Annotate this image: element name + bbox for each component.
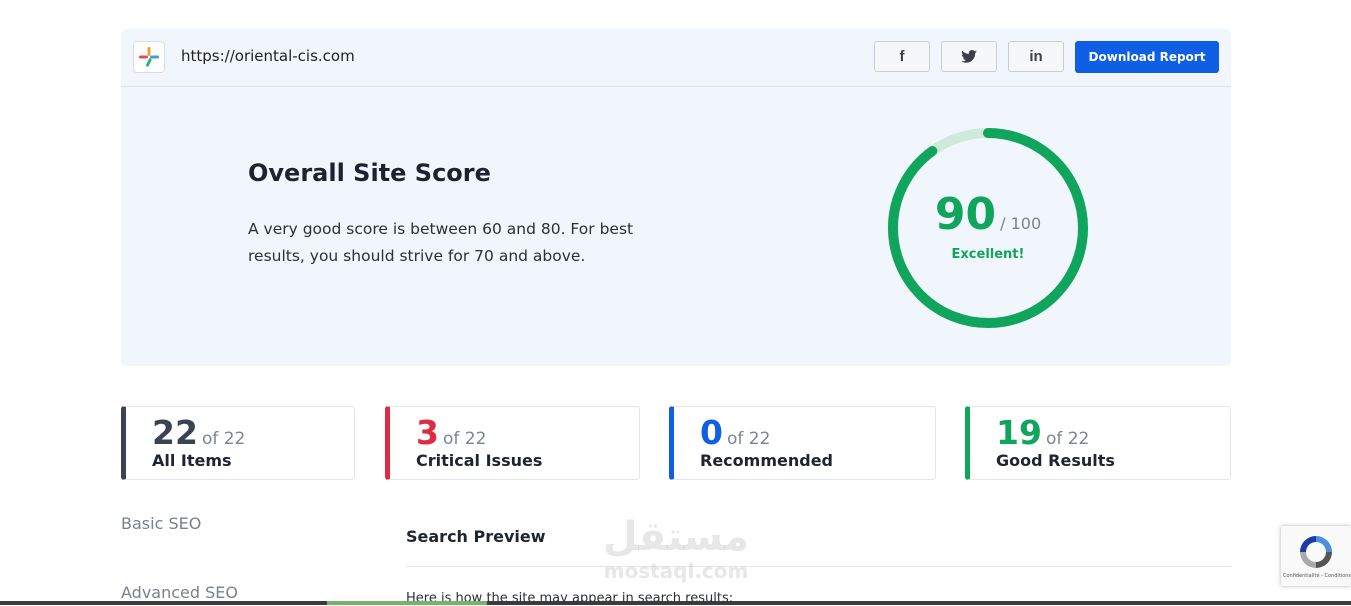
stat-label: Critical Issues <box>416 451 543 470</box>
sidebar-item-basic-seo[interactable]: Basic SEO <box>121 514 201 533</box>
stat-count: 19 <box>996 413 1042 452</box>
watermark-arabic: مستقل <box>602 514 750 560</box>
facebook-share-button[interactable]: f <box>874 41 930 72</box>
site-logo <box>133 41 165 73</box>
linkedin-share-button[interactable]: in <box>1008 41 1064 72</box>
stat-good-results[interactable]: 19 of 22 Good Results <box>965 406 1231 480</box>
stat-critical-issues[interactable]: 3 of 22 Critical Issues <box>385 406 640 480</box>
stat-label: Good Results <box>996 451 1115 470</box>
score-rating: Excellent! <box>951 247 1025 262</box>
stat-count-wrap: 0 of 22 <box>700 413 770 452</box>
search-preview-title: Search Preview <box>406 527 546 546</box>
sidebar-item-advanced-seo[interactable]: Advanced SEO <box>121 583 238 602</box>
stat-count: 22 <box>152 413 198 452</box>
stat-label: All Items <box>152 451 232 470</box>
stat-total: of 22 <box>201 429 246 449</box>
score-value: 90 <box>934 189 997 240</box>
linkedin-icon: in <box>1029 48 1043 65</box>
watermark: مستقل mostaql.com <box>596 515 756 583</box>
stat-total: of 22 <box>442 429 487 449</box>
section-divider <box>406 566 1231 567</box>
score-max: / 100 <box>1000 214 1042 233</box>
recaptcha-text: Confidentialité - Conditions <box>1283 573 1351 579</box>
recaptcha-badge[interactable]: Confidentialité - Conditions <box>1281 526 1351 586</box>
watermark-latin: mostaql.com <box>603 559 749 583</box>
score-value-wrap: 90/ 100 <box>883 189 1093 240</box>
stat-total: of 22 <box>1045 429 1090 449</box>
stat-count: 3 <box>416 413 439 452</box>
stat-count-wrap: 22 of 22 <box>152 413 245 452</box>
recaptcha-icon <box>1300 536 1332 568</box>
twitter-icon <box>961 50 977 63</box>
score-card: https://oriental-cis.com f in Download R… <box>121 29 1231 366</box>
site-logo-icon <box>139 47 159 67</box>
bottom-scrollbar <box>0 601 1351 605</box>
stat-count-wrap: 3 of 22 <box>416 413 486 452</box>
report-header: https://oriental-cis.com f in Download R… <box>121 29 1231 87</box>
stat-count-wrap: 19 of 22 <box>996 413 1089 452</box>
twitter-share-button[interactable] <box>941 41 997 72</box>
stat-count: 0 <box>700 413 723 452</box>
stat-recommended[interactable]: 0 of 22 Recommended <box>669 406 936 480</box>
score-title: Overall Site Score <box>248 159 491 187</box>
stat-label: Recommended <box>700 451 833 470</box>
stat-all-items[interactable]: 22 of 22 All Items <box>121 406 355 480</box>
download-report-button[interactable]: Download Report <box>1075 41 1219 73</box>
stat-total: of 22 <box>726 429 771 449</box>
scroll-indicator <box>327 601 487 605</box>
score-description: A very good score is between 60 and 80. … <box>248 220 634 265</box>
site-url: https://oriental-cis.com <box>181 47 355 65</box>
score-gauge: 90/ 100 Excellent! <box>883 123 1093 333</box>
facebook-icon: f <box>899 48 905 65</box>
